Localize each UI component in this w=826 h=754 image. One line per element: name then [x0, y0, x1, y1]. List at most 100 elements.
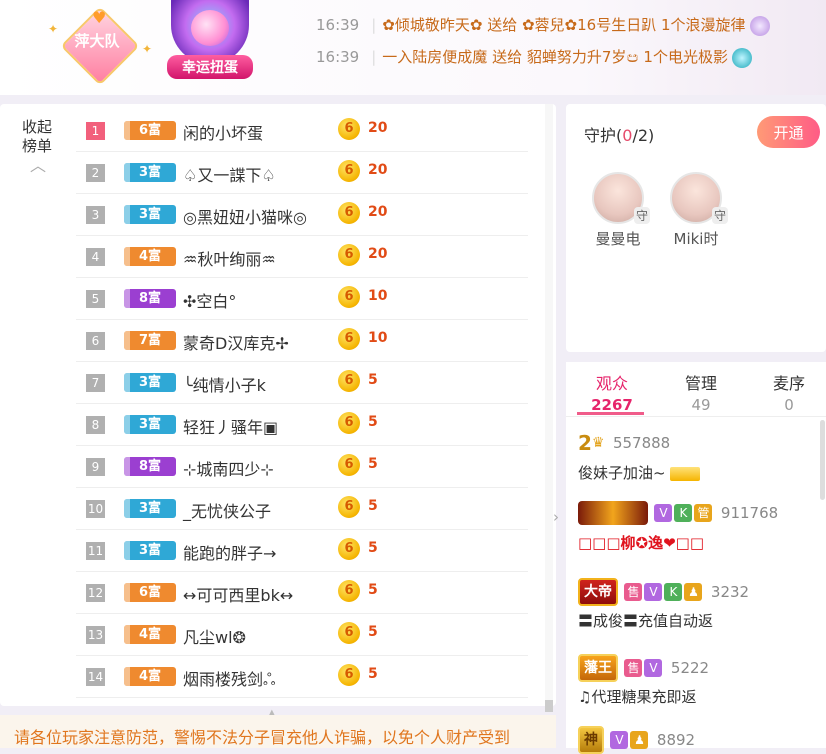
rank-row[interactable]: 9 8富 ⊹城南四少⊹ 6 5 [76, 446, 528, 488]
rank-number: 11 [86, 542, 105, 560]
tab-mic-queue[interactable]: 麦序 0 [754, 370, 824, 414]
badge-icon [669, 466, 700, 481]
rank-number: 10 [86, 500, 105, 518]
chevron-right-icon[interactable]: › [553, 508, 559, 526]
user-name[interactable]: 能跑的胖子→ [183, 540, 276, 564]
collapse-rank-button[interactable]: 收起榜单 ︿ [22, 118, 58, 175]
rank-row[interactable]: 7 3富 ╰纯情小子k 6 5 [76, 362, 528, 404]
scrollbar-thumb[interactable] [820, 420, 825, 500]
rank-row[interactable]: 11 3富 能跑的胖子→ 6 5 [76, 530, 528, 572]
scrollbar-track[interactable] [545, 104, 553, 706]
seller-badge: 售 [624, 583, 643, 601]
avatar: 守 [592, 172, 650, 224]
user-id: 911768 [720, 504, 779, 522]
user-name[interactable]: 凡尘wl❂ [183, 624, 246, 648]
rank-row[interactable]: 8 3富 轻狂丿骚年▣ 6 5 [76, 404, 528, 446]
wealth-level-badge: 8富 [124, 457, 176, 476]
rank-number: 14 [86, 668, 105, 686]
user-message: 俊妹子加油~ [578, 462, 818, 483]
coin-icon: 6 [338, 580, 360, 602]
rank-crest: 2 [578, 431, 592, 455]
user-name[interactable]: 蒙奇D汉库克✢ [183, 330, 289, 354]
wealth-level-badge: 6富 [124, 121, 176, 140]
gift-icon [731, 47, 752, 68]
coin-icon: 6 [338, 328, 360, 350]
coin-icon: 6 [338, 370, 360, 392]
rank-row[interactable]: 5 8富 ✣空白° 6 10 [76, 278, 528, 320]
chevron-up-icon: ︿ [30, 156, 47, 175]
lucky-egg-button[interactable]: 幸运扭蛋 [167, 0, 253, 82]
audience-user[interactable]: 藩王 售V 5222 ♫代理糖果充即返 [578, 654, 818, 707]
audience-user[interactable]: VK管 911768 □□□柳✪逸❤□□ [578, 500, 818, 553]
rank-row[interactable]: 10 3富 _无忧侠公子 6 5 [76, 488, 528, 530]
guard-member[interactable]: 守 曼曼电 [578, 172, 658, 249]
contribution-score: 20 [368, 120, 388, 136]
user-name[interactable]: ⊹城南四少⊹ [183, 456, 274, 480]
coin-icon: 6 [338, 202, 360, 224]
seller-badge: 售 [624, 659, 643, 677]
user-name[interactable]: 轻狂丿骚年▣ [183, 414, 278, 438]
k-badge: K [674, 504, 693, 522]
tab-count: 0 [784, 396, 794, 414]
coin-icon: 6 [338, 538, 360, 560]
fan-group-badge[interactable]: ♥ 萍大队 [60, 6, 140, 86]
open-guard-button[interactable]: 开通 [757, 116, 820, 148]
user-name[interactable]: ✣空白° [183, 288, 236, 312]
contribution-score: 5 [368, 540, 378, 556]
user-name[interactable]: 闲的小坏蛋 [183, 120, 263, 144]
fan-group-name: 萍大队 [74, 32, 120, 50]
lucky-egg-label: 幸运扭蛋 [167, 55, 253, 79]
scrollbar-thumb[interactable] [545, 700, 553, 712]
tab-audience[interactable]: 观众 2267 [577, 370, 647, 414]
rank-row[interactable]: 13 4富 凡尘wl❂ 6 5 [76, 614, 528, 656]
contribution-score: 5 [368, 624, 378, 640]
wealth-level-badge: 4富 [124, 247, 176, 266]
user-name[interactable]: ↔可可西里bk↔ [183, 582, 293, 606]
level-badge: ♟ [684, 583, 703, 601]
rank-row[interactable]: 1 6富 闲的小坏蛋 6 20 [76, 110, 528, 152]
vip-badge: V [610, 731, 629, 749]
rank-row[interactable]: 4 4富 ♒秋叶绚丽♒ 6 20 [76, 236, 528, 278]
user-message: □□□柳✪逸❤□□ [578, 534, 704, 552]
gift-time: 16:39 [316, 48, 360, 66]
user-id: 3232 [710, 583, 750, 601]
rank-row[interactable]: 12 6富 ↔可可西里bk↔ 6 5 [76, 572, 528, 614]
rank-number: 12 [86, 584, 105, 602]
sparkle-icon: ✦ [142, 42, 153, 56]
contribution-score: 20 [368, 246, 388, 262]
coin-icon: 6 [338, 244, 360, 266]
user-id: 8892 [656, 731, 696, 749]
avatar: 守 [670, 172, 728, 224]
user-name[interactable]: 烟雨楼残剑ஃ [183, 666, 276, 691]
contribution-score: 5 [368, 456, 378, 472]
wealth-level-badge: 4富 [124, 625, 176, 644]
guard-member[interactable]: 守 Miki时 [656, 172, 736, 249]
audience-user[interactable]: 大帝 售 V K ♟ 3232 〓成俊〓充值自动返 [578, 578, 818, 631]
rank-row[interactable]: 6 7富 蒙奇D汉库克✢ 6 10 [76, 320, 528, 362]
gift-text: ✿倾城敬昨天✿ 送给 ✿蓉兒✿16号生日趴 1个浪漫旋律 [382, 16, 746, 34]
user-name[interactable]: ╰纯情小子k [183, 372, 266, 396]
rank-row[interactable]: 14 4富 烟雨楼残剑ஃ 6 5 [76, 656, 528, 698]
user-name[interactable]: ♒秋叶绚丽♒ [183, 246, 276, 270]
god-crest: 神 [578, 726, 604, 754]
rank-number: 7 [86, 374, 105, 392]
emperor-crest: 大帝 [578, 578, 618, 606]
admin-badge: 管 [694, 504, 713, 522]
user-name[interactable]: _无忧侠公子 [183, 498, 271, 522]
rank-row[interactable]: 3 3富 ◎黑妞妞小猫咪◎ 6 20 [76, 194, 528, 236]
crown-icon: ♛ [591, 435, 605, 451]
audience-user[interactable]: 2♛ 557888 俊妹子加油~ [578, 430, 818, 483]
user-name[interactable]: ◎黑妞妞小猫咪◎ [183, 204, 307, 228]
vip-badge: V [644, 583, 663, 601]
gift-icon [749, 15, 770, 36]
gift-message: 16:39 | 一入陆房便成魔 送给 貂蝉努力升7岁ඏ 1个电光极影 [316, 46, 752, 68]
guard-member-name: 曼曼电 [595, 230, 641, 248]
user-id: 5222 [670, 659, 710, 677]
contribution-score: 5 [368, 582, 378, 598]
vip-badge: V [654, 504, 673, 522]
rank-row[interactable]: 2 3富 ♤又一諜下♤ 6 20 [76, 152, 528, 194]
user-name[interactable]: ♤又一諜下♤ [183, 162, 276, 186]
tab-admins[interactable]: 管理 49 [666, 370, 736, 414]
contribution-score: 20 [368, 204, 388, 220]
audience-user[interactable]: 神 V ♟ 8892 [578, 726, 818, 754]
